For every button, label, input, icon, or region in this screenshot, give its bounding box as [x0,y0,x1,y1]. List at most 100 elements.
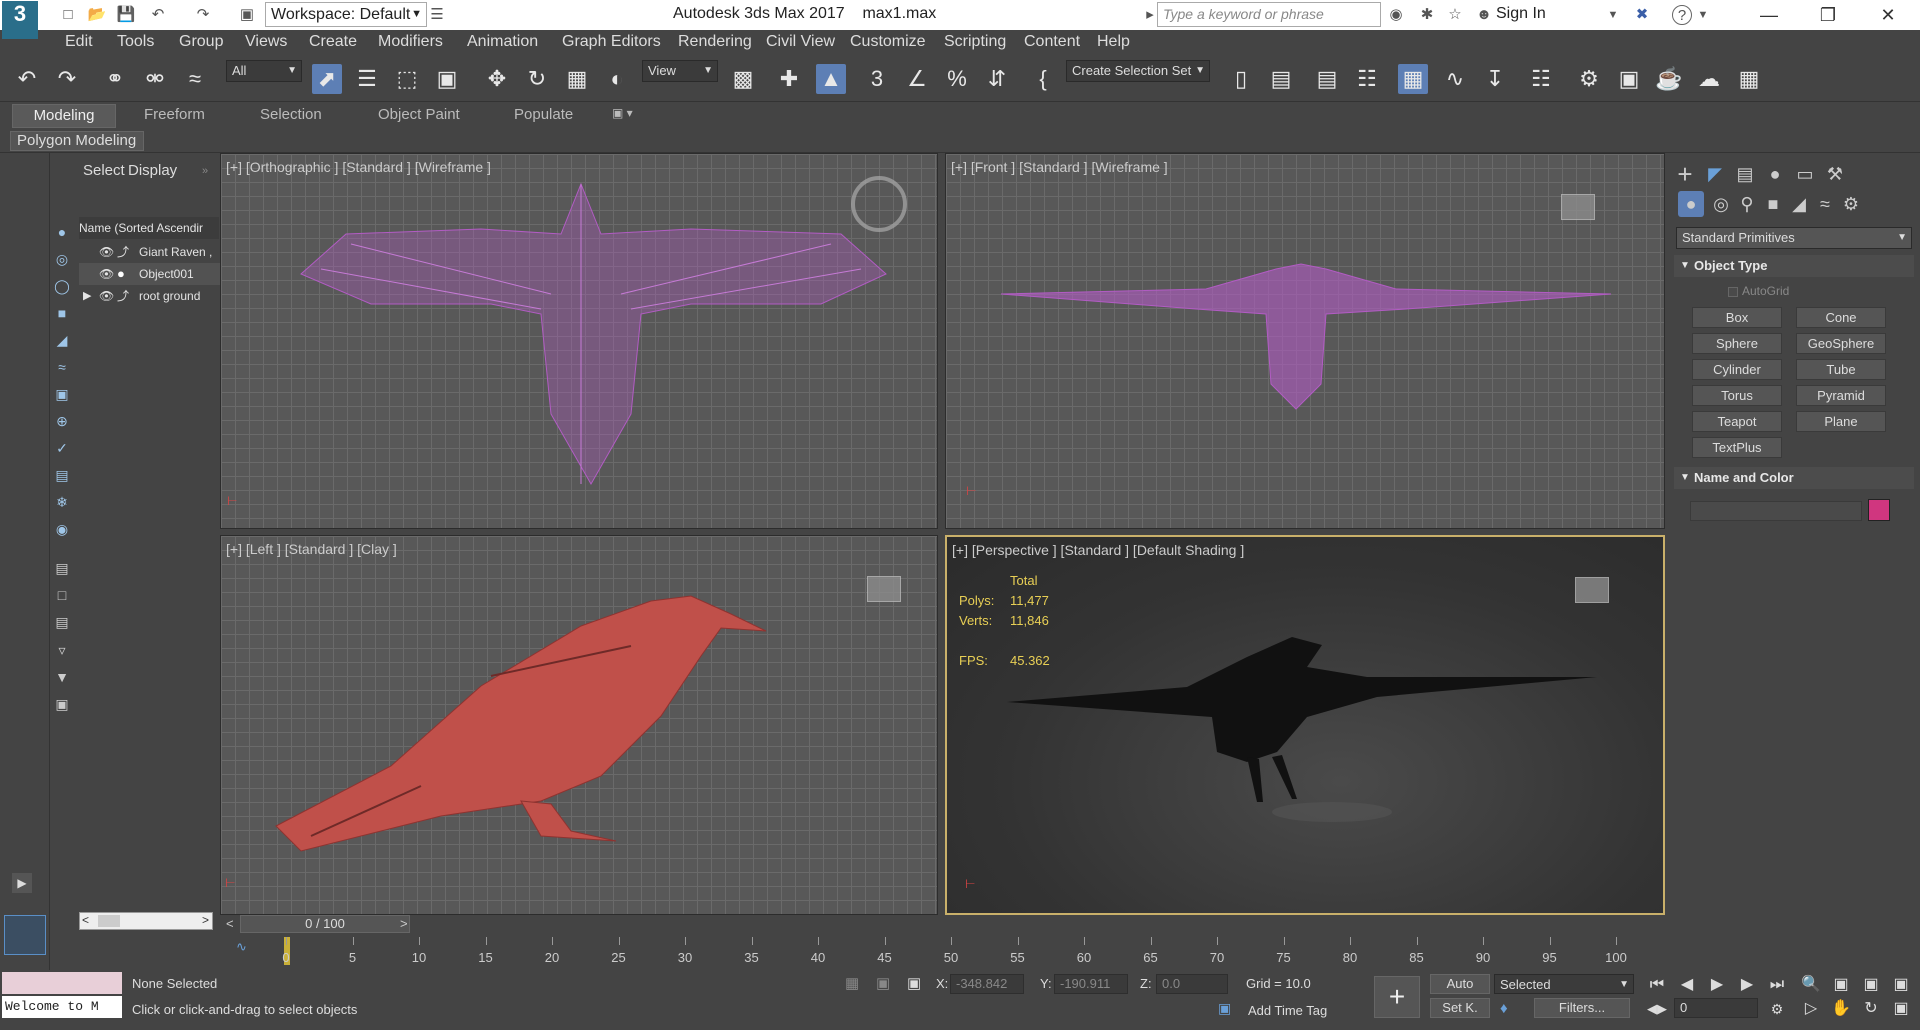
display-panel-icon[interactable]: ▭ [1792,161,1818,187]
tab-selection[interactable]: Selection [260,106,322,123]
viewport-layout-icon[interactable] [4,915,46,955]
key-filter-dropdown[interactable]: Selected ▼ [1494,974,1634,994]
rotate-icon[interactable]: ↻ [522,64,552,94]
explorer-hscrollbar[interactable]: < > [79,912,213,930]
menu-customize[interactable]: Customize [850,33,926,51]
object-color-swatch[interactable] [1868,499,1890,521]
menu-content[interactable]: Content [1024,33,1080,51]
time-prev-icon[interactable]: < [226,916,234,931]
favorites-star-icon[interactable]: ☆ [1445,5,1465,25]
tab-populate[interactable]: Populate [514,106,573,123]
menu-animation[interactable]: Animation [467,33,538,51]
new-file-icon[interactable]: □ [58,5,78,25]
polygon-modeling-panel[interactable]: Polygon Modeling [10,131,144,151]
eye-icon[interactable]: 👁 [99,263,114,285]
menu-graph-editors[interactable]: Graph Editors [562,33,661,51]
sign-in-chevron-icon[interactable]: ▼ [1603,5,1623,25]
zoom-extents-all-icon[interactable]: ▣ [1890,974,1912,996]
x-coordinate-field[interactable]: -348.842 [950,974,1024,994]
isolate-selection-icon[interactable]: ▦ [845,974,859,992]
rendered-frame-window-icon[interactable]: ▣ [1614,64,1644,94]
exchange-apps-icon[interactable]: ✖ [1632,5,1652,25]
project-folder-icon[interactable]: ▣ [237,5,257,25]
display-hidden-icon[interactable]: ◉ [52,521,72,541]
scale-icon[interactable]: ▦ [562,64,592,94]
maximize-viewport-icon[interactable]: ▣ [1890,998,1912,1020]
lights-category-icon[interactable]: ⚲ [1734,191,1760,217]
close-icon[interactable]: ✕ [1860,0,1916,30]
menu-civil-view[interactable]: Civil View [766,33,835,51]
go-to-start-icon[interactable]: ⏮ [1646,974,1668,996]
display-xrefs-icon[interactable]: ⊕ [52,413,72,433]
key-mode-icon[interactable]: ♦ [1500,1000,1508,1017]
explorer-tab-select[interactable]: Select [83,162,125,179]
display-spacewarps-icon[interactable]: ≈ [52,359,72,379]
cameras-category-icon[interactable]: ■ [1760,191,1786,217]
play-icon[interactable]: ▶ [1706,974,1728,996]
folder-icon[interactable]: ▣ [52,696,72,716]
absolute-transform-icon[interactable]: ▣ [907,974,921,992]
auto-key-button[interactable]: Auto [1430,974,1490,994]
move-icon[interactable]: ✥ [482,64,512,94]
workspace-dropdown[interactable]: Workspace: Default ▼ [265,2,427,27]
filter-toggle-icon[interactable]: ▿ [52,642,72,662]
scroll-right-icon[interactable]: > [202,913,209,927]
field-of-view-icon[interactable]: ▷ [1800,998,1822,1020]
expand-arrow-icon[interactable]: ▶ [12,873,32,893]
overflow-menu-icon[interactable]: ☰ [427,5,447,25]
set-key-large-icon[interactable]: + [1374,976,1420,1018]
viewport-top-right[interactable]: [+] [Front ] [Standard ] [Wireframe ] ⊢ [945,153,1665,529]
binoculars-icon[interactable]: ◉ [1386,5,1406,25]
communication-center-icon[interactable]: ✱ [1417,5,1437,25]
display-helpers-icon[interactable]: ◢ [52,332,72,352]
pivot-center-icon[interactable]: ▩ [728,64,758,94]
menu-views[interactable]: Views [245,33,287,51]
align-icon[interactable]: ▤ [1266,64,1296,94]
key-mode-toggle-icon[interactable]: ◀▶ [1646,998,1668,1020]
y-coordinate-field[interactable]: -190.911 [1054,974,1128,994]
angle-snap-icon[interactable]: ∠ [902,64,932,94]
select-object-icon[interactable]: ⬈ [312,64,342,94]
toggle-layer-explorer-icon[interactable]: ☷ [1352,64,1382,94]
autogrid-checkbox[interactable] [1728,287,1738,297]
selection-lock-icon[interactable]: ▣ [876,974,890,992]
user-icon[interactable]: ☻ [1474,5,1494,25]
save-file-icon[interactable]: 💾 [116,5,136,25]
rectangular-selection-icon[interactable]: ⬚ [392,64,422,94]
explorer-collapse-icon[interactable]: » [202,165,208,177]
curve-editor-icon[interactable]: ∿ [1440,64,1470,94]
redo-icon[interactable]: ↷ [52,64,82,94]
filter-icon[interactable]: ▼ [52,669,72,689]
display-bones-icon[interactable]: ✓ [52,440,72,460]
link-icon[interactable]: ⚭ [100,64,130,94]
bind-space-warp-icon[interactable]: ≈ [180,64,210,94]
box-button[interactable]: Box [1692,307,1782,328]
select-manipulate-icon[interactable]: ✚ [774,64,804,94]
helpers-category-icon[interactable]: ◢ [1786,191,1812,217]
minimize-icon[interactable]: — [1741,0,1797,30]
textplus-button[interactable]: TextPlus [1692,437,1782,458]
a360-gallery-icon[interactable]: ▦ [1734,64,1764,94]
utilities-panel-icon[interactable]: ⚒ [1822,161,1848,187]
keyboard-shortcut-override-icon[interactable]: ▲ [816,64,846,94]
previous-frame-icon[interactable]: ◀ [1676,974,1698,996]
render-setup-icon[interactable]: ⚙ [1574,64,1604,94]
viewcube[interactable] [1575,577,1609,603]
menu-group[interactable]: Group [179,33,223,51]
selection-filter-dropdown[interactable]: All ▼ [226,60,302,82]
cylinder-button[interactable]: Cylinder [1692,359,1782,380]
z-coordinate-field[interactable]: 0.0 [1156,974,1228,994]
geometry-category-icon[interactable]: ● [1678,191,1704,217]
go-to-end-icon[interactable]: ⏭ [1766,974,1788,996]
set-key-button[interactable]: Set K. [1430,998,1490,1018]
render-production-icon[interactable]: ☕ [1654,64,1684,94]
display-containers-icon[interactable]: ▤ [52,467,72,487]
next-frame-icon[interactable]: ▶ [1736,974,1758,996]
tab-freeform[interactable]: Freeform [144,106,205,123]
open-file-icon[interactable]: 📂 [87,5,107,25]
time-config-icon[interactable]: ⚙ [1766,998,1788,1020]
list-item[interactable]: 👁 ● Object001 [79,263,235,285]
display-none-icon[interactable]: □ [52,587,72,607]
toggle-ribbon-icon[interactable]: ▦ [1398,64,1428,94]
time-slider[interactable]: < 0 / 100 > [218,915,1666,935]
